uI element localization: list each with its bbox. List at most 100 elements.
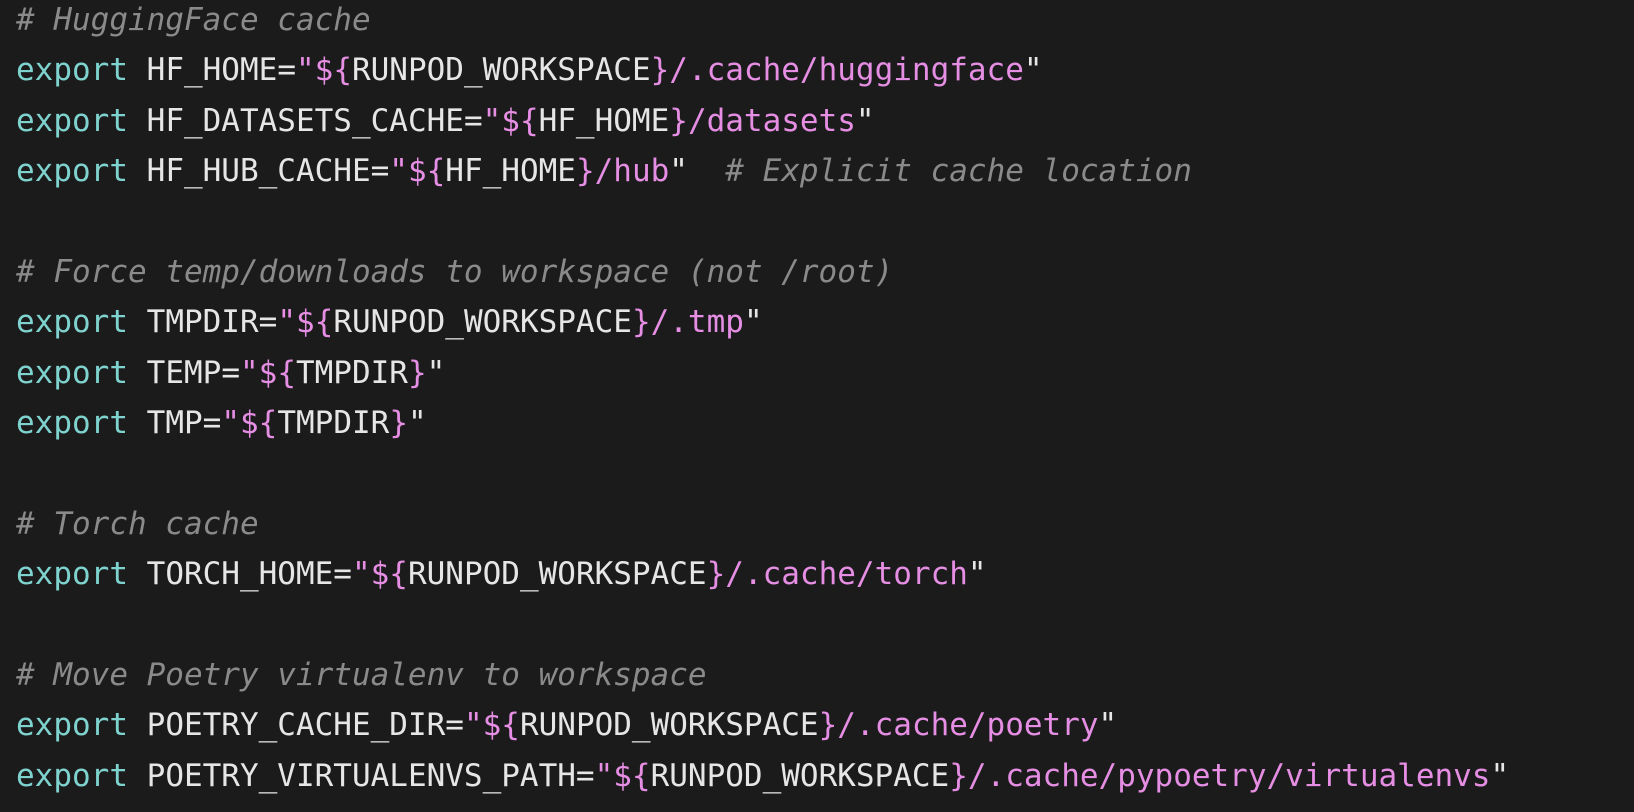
- code-line: # Move Poetry virtualenv to workspace: [16, 655, 1634, 705]
- open-quote: ": [277, 304, 296, 341]
- close-quote: ": [1098, 707, 1118, 744]
- interp-open: ${: [370, 556, 408, 593]
- interp-open: ${: [295, 304, 334, 341]
- open-quote: ": [239, 354, 259, 391]
- interp-variable: RUNPOD_WORKSPACE: [519, 707, 819, 744]
- code-line: export HF_HOME="${RUNPOD_WORKSPACE}/.cac…: [16, 50, 1634, 100]
- close-quote: ": [1023, 52, 1043, 89]
- code-editor[interactable]: # HuggingFace cache export HF_HOME="${RU…: [0, 0, 1634, 812]
- interp-close: }: [407, 354, 427, 391]
- comment-text: # Force temp/downloads to workspace (not…: [16, 253, 894, 290]
- assign-operator: =: [258, 304, 278, 341]
- export-keyword: export: [16, 153, 128, 190]
- assign-operator: =: [202, 405, 222, 442]
- variable-name: HF_HUB_CACHE: [146, 153, 371, 190]
- variable-name: TORCH_HOME: [146, 556, 334, 593]
- close-quote: ": [743, 304, 763, 341]
- interp-close: }: [631, 304, 651, 341]
- interp-close: }: [669, 102, 688, 139]
- open-quote: ": [482, 102, 502, 139]
- path-string: /.tmp: [650, 304, 744, 341]
- variable-name: TMPDIR: [146, 304, 259, 341]
- close-quote: ": [669, 153, 688, 190]
- export-keyword: export: [16, 304, 128, 341]
- assign-operator: =: [575, 757, 595, 794]
- code-line: export TMPDIR="${RUNPOD_WORKSPACE}/.tmp": [16, 302, 1634, 352]
- interp-open: ${: [407, 153, 446, 190]
- interp-close: }: [818, 707, 838, 744]
- close-quote: ": [855, 102, 875, 139]
- open-quote: ": [295, 52, 315, 89]
- close-quote: ": [426, 354, 446, 391]
- code-line: # HuggingFace cache: [16, 0, 1634, 50]
- code-line: export POETRY_VIRTUALENVS_PATH="${RUNPOD…: [16, 756, 1634, 806]
- export-keyword: export: [16, 52, 128, 89]
- interp-close: }: [575, 153, 595, 190]
- interp-variable: RUNPOD_WORKSPACE: [351, 52, 651, 89]
- interp-close: }: [706, 556, 726, 593]
- assign-operator: =: [277, 52, 296, 89]
- open-quote: ": [594, 757, 614, 794]
- open-quote: ": [221, 405, 240, 442]
- assign-operator: =: [445, 707, 464, 744]
- path-string: /hub: [594, 153, 670, 190]
- assign-operator: =: [333, 556, 352, 593]
- interp-open: ${: [501, 102, 539, 139]
- interp-variable: RUNPOD_WORKSPACE: [407, 556, 707, 593]
- code-line: export TEMP="${TMPDIR}": [16, 353, 1634, 403]
- path-string: /.cache/torch: [725, 556, 968, 593]
- comment-text: # Torch cache: [16, 505, 259, 542]
- comment-text: # Move Poetry virtualenv to workspace: [16, 657, 707, 694]
- code-line: # Torch cache: [16, 504, 1634, 554]
- interp-open: ${: [240, 405, 278, 442]
- variable-name: POETRY_CACHE_DIR: [146, 707, 446, 744]
- variable-name: TEMP: [146, 354, 222, 391]
- inline-comment: # Explicit cache location: [687, 153, 1192, 190]
- interp-variable: HF_HOME: [445, 153, 576, 190]
- assign-operator: =: [221, 354, 240, 391]
- interp-open: ${: [482, 707, 520, 744]
- interp-open: ${: [314, 52, 352, 89]
- variable-name: HF_DATASETS_CACHE: [146, 102, 464, 139]
- path-string: /.cache/pypoetry/virtualenvs: [967, 757, 1491, 794]
- variable-name: TMP: [146, 405, 203, 442]
- code-line: export HF_HUB_CACHE="${HF_HOME}/hub" # E…: [16, 151, 1634, 201]
- comment-text: # HuggingFace cache: [16, 2, 371, 38]
- interp-close: }: [949, 757, 968, 794]
- interp-close: }: [650, 52, 670, 89]
- code-line: export HF_DATASETS_CACHE="${HF_HOME}/dat…: [16, 101, 1634, 151]
- interp-variable: HF_HOME: [538, 102, 670, 139]
- variable-name: HF_HOME: [146, 52, 278, 89]
- assign-operator: =: [370, 153, 390, 190]
- path-string: /.cache/poetry: [837, 707, 1099, 744]
- open-quote: ": [351, 556, 371, 593]
- interp-open: ${: [258, 354, 296, 391]
- export-keyword: export: [16, 354, 128, 391]
- open-quote: ": [463, 707, 483, 744]
- open-quote: ": [389, 153, 408, 190]
- interp-close: }: [389, 405, 408, 442]
- export-keyword: export: [16, 556, 128, 593]
- path-string: /.cache/huggingface: [669, 52, 1024, 89]
- code-line: export POETRY_CACHE_DIR="${RUNPOD_WORKSP…: [16, 705, 1634, 755]
- interp-variable: RUNPOD_WORKSPACE: [333, 304, 632, 341]
- export-keyword: export: [16, 102, 128, 139]
- interp-open: ${: [613, 757, 651, 794]
- code-line: export TMP="${TMPDIR}": [16, 403, 1634, 453]
- interp-variable: TMPDIR: [295, 354, 408, 391]
- export-keyword: export: [16, 405, 128, 442]
- close-quote: ": [407, 405, 427, 442]
- code-line: export TORCH_HOME="${RUNPOD_WORKSPACE}/.…: [16, 554, 1634, 604]
- interp-variable: TMPDIR: [277, 405, 390, 442]
- export-keyword: export: [16, 707, 128, 744]
- assign-operator: =: [463, 102, 483, 139]
- interp-variable: RUNPOD_WORKSPACE: [650, 757, 950, 794]
- close-quote: ": [967, 556, 987, 593]
- export-keyword: export: [16, 757, 128, 794]
- close-quote: ": [1490, 757, 1510, 794]
- variable-name: POETRY_VIRTUALENVS_PATH: [146, 757, 576, 794]
- code-line: # Force temp/downloads to workspace (not…: [16, 252, 1634, 302]
